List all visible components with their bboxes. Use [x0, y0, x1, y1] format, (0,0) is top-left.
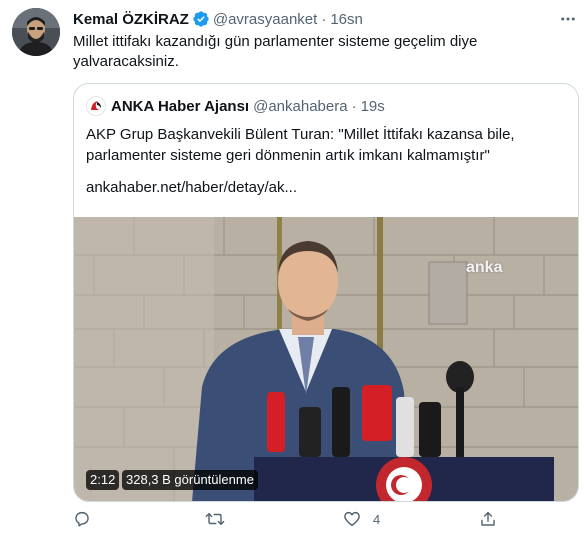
avatar[interactable] [12, 8, 60, 56]
author-handle[interactable]: @avrasyaanket [213, 11, 317, 28]
anka-logo-icon [86, 96, 106, 116]
video-watermark: anka [466, 259, 503, 276]
tweet-body: Kemal ÖZKİRAZ @avrasyaanket · 16sn Mille… [73, 8, 579, 72]
reply-icon [73, 510, 91, 528]
quote-header-separator: · [351, 97, 357, 115]
video-duration-badge: 2:12 [86, 470, 120, 490]
quote-text: AKP Grup Başkanvekili Bülent Turan: "Mil… [86, 126, 515, 164]
quote-author-name: ANKA Haber Ajansı [111, 97, 250, 115]
more-icon[interactable] [559, 10, 577, 33]
quote-timestamp: 19s [360, 97, 385, 115]
quote-link[interactable]: ankahaber.net/haber/detay/ak... [86, 179, 297, 196]
quote-author-handle: @ankahabera [253, 97, 348, 115]
quoted-tweet[interactable]: ANKA Haber Ajansı @ankahabera · 19s AKP … [73, 83, 579, 502]
quote-header: ANKA Haber Ajansı @ankahabera · 19s [86, 96, 385, 116]
tweet-text: Millet ittifakı kazandığı gün parlamente… [73, 33, 478, 70]
reply-button[interactable] [73, 510, 103, 528]
retweet-icon [205, 510, 225, 528]
author-name[interactable]: Kemal ÖZKİRAZ [73, 11, 189, 28]
share-button[interactable] [479, 510, 497, 528]
verified-icon [192, 10, 210, 28]
tweet-header: Kemal ÖZKİRAZ @avrasyaanket · 16sn [73, 8, 579, 30]
action-bar: 4 [73, 510, 513, 534]
like-count: 4 [373, 511, 381, 527]
header-separator: · [321, 10, 327, 28]
like-button[interactable]: 4 [343, 510, 380, 528]
video-views-badge: 328,3 B görüntülenme [122, 470, 258, 490]
video-player[interactable]: anka 2:12 328,3 B görüntülenme [74, 217, 578, 501]
avatar-image [12, 8, 60, 56]
share-icon [479, 510, 497, 528]
retweet-button[interactable] [205, 510, 237, 528]
tweet-timestamp[interactable]: 16sn [330, 11, 363, 28]
like-icon [343, 510, 361, 528]
